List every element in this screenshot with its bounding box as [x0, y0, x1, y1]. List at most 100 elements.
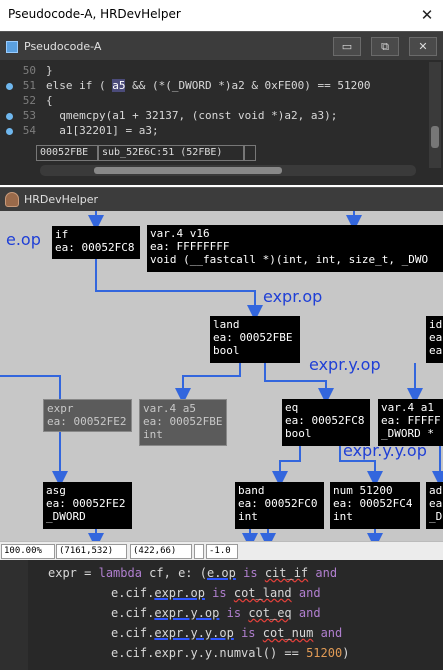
code-text: else if ( a5 && (*(_DWORD *)a2 & 0xFE00)…: [46, 79, 371, 92]
python-token: cot_eq: [248, 606, 292, 620]
python-gutter: [0, 560, 28, 670]
python-token: [219, 606, 226, 620]
python-token: and: [315, 566, 338, 580]
python-token: and: [320, 626, 343, 640]
maximize-pseudocode-button[interactable]: ▭: [333, 37, 361, 56]
line-number: 51: [22, 79, 36, 92]
python-line[interactable]: e.cif.expr.y.y.numval() == 51200): [111, 646, 349, 660]
breakpoint-icon[interactable]: [6, 83, 13, 90]
pseudocode-status-bar: 00052FBE sub_52E6C:51 (52FBE): [0, 143, 443, 163]
python-token: cit_if: [264, 566, 309, 580]
hrdevhelper-header: HRDevHelper: [0, 187, 443, 211]
breakpoint-icon[interactable]: [6, 113, 13, 120]
python-token: is: [241, 626, 256, 640]
python-token: [292, 606, 299, 620]
node-if[interactable]: if ea: 00052FC8: [52, 226, 140, 259]
python-line[interactable]: e.cif.expr.y.y.op is cot_num and: [111, 626, 342, 640]
python-token: expr.y.y.op: [154, 626, 234, 640]
python-line[interactable]: expr = lambda cf, e: (e.op is cit_if and: [48, 566, 337, 580]
annotation-expr-y-op: expr.y.op: [309, 355, 381, 374]
window-title: Pseudocode-A, HRDevHelper: [8, 7, 181, 21]
node-eq[interactable]: eq ea: 00052FC8 bool: [282, 399, 370, 446]
graph-position: (7161,532): [56, 544, 127, 559]
node-ad-partial[interactable]: ad ea _D: [426, 482, 443, 529]
python-token: ==: [284, 646, 299, 660]
python-token: lambda: [98, 566, 142, 580]
python-editor[interactable]: expr = lambda cf, e: (e.op is cit_if and…: [0, 560, 443, 670]
pseudocode-panel: Pseudocode-A ▭ ⧉ ✕ 50} 51 else if ( a5 && …: [0, 31, 443, 185]
node-var-v16[interactable]: var.4 v16 ea: FFFFFFFF void (__fastcall …: [147, 225, 443, 272]
code-text: a1[32201] = a3;: [46, 124, 159, 137]
python-line[interactable]: e.cif.expr.op is cot_land and: [111, 586, 321, 600]
python-token: [227, 586, 234, 600]
python-token: [292, 586, 299, 600]
pseudocode-horizontal-scrollbar[interactable]: [40, 165, 416, 176]
node-land[interactable]: land ea: 00052FBE bool: [210, 316, 300, 363]
graph-edge: [272, 446, 301, 487]
annotation-expr-op: expr.op: [263, 287, 323, 306]
code-text: }: [46, 64, 53, 77]
python-token: is: [212, 586, 227, 600]
scrollbar-thumb[interactable]: [94, 167, 282, 174]
node-var-a1[interactable]: var.4 a1 ea: FFFFF _DWORD *: [378, 399, 443, 446]
python-token: cot_num: [262, 626, 314, 640]
python-token: [313, 626, 320, 640]
ctree-graph-view[interactable]: if ea: 00052FC8 var.4 v16 ea: FFFFFFFF v…: [0, 211, 443, 541]
graph-status-extra: [194, 544, 204, 559]
python-token: expr: [48, 566, 77, 580]
python-token: and: [298, 606, 321, 620]
line-number: 54: [22, 124, 36, 137]
python-token: [256, 626, 263, 640]
node-num[interactable]: num 51200 ea: 00052FC4 int: [330, 482, 420, 529]
line-number: 52: [22, 94, 36, 107]
hrdevhelper-title: HRDevHelper: [24, 193, 99, 206]
annotation-expr-y-y-op: expr.y.y.op: [343, 441, 427, 460]
python-token: e.cif.: [111, 586, 155, 600]
status-location: sub_52E6C:51 (52FBE): [98, 145, 244, 161]
hrdevhelper-avatar-icon: [5, 192, 19, 207]
python-line[interactable]: e.cif.expr.y.op is cot_eq and: [111, 606, 321, 620]
status-address: 00052FBE: [36, 145, 98, 161]
annotation-e-op: e.op: [6, 230, 41, 249]
restore-pseudocode-button[interactable]: ⧉: [371, 37, 399, 56]
node-var-a5[interactable]: var.4 a5 ea: 00052FBE int: [139, 399, 227, 446]
code-text: qmemcpy(a1 + 32137, (const void *)a2, a3…: [46, 109, 338, 122]
python-token: e.op: [206, 566, 236, 580]
code-line[interactable]: 50}: [0, 64, 428, 79]
pseudocode-icon: [6, 41, 18, 53]
graph-edge: [175, 363, 241, 404]
python-token: ): [342, 646, 350, 660]
breakpoint-icon[interactable]: [6, 128, 13, 135]
graph-size: (422,66): [130, 544, 192, 559]
python-token: [299, 646, 306, 660]
close-window-icon[interactable]: ✕: [411, 0, 443, 31]
code-line[interactable]: 52 {: [0, 94, 428, 109]
code-line[interactable]: 51 else if ( a5 && (*(_DWORD *)a2 & 0xFE0…: [0, 79, 428, 94]
status-extra: [244, 145, 256, 161]
window-titlebar: Pseudocode-A, HRDevHelper ✕: [0, 0, 443, 31]
graph-status-bar: 100.00% (7161,532) (422,66) -1.0: [0, 541, 443, 560]
python-token: expr.y.op: [154, 606, 220, 620]
python-token: cot_land: [233, 586, 292, 600]
line-number: 53: [22, 109, 36, 122]
python-token: is: [243, 566, 258, 580]
python-token: e.cif.expr.y.y.numval(): [111, 646, 285, 660]
node-asg[interactable]: asg ea: 00052FE2 _DWORD: [43, 482, 132, 529]
python-token: expr.op: [154, 586, 205, 600]
node-band[interactable]: band ea: 00052FC0 int: [235, 482, 324, 529]
python-token: [234, 626, 241, 640]
code-line[interactable]: 54 a1[32201] = a3;: [0, 124, 428, 139]
line-number: 50: [22, 64, 36, 77]
python-token: and: [298, 586, 321, 600]
code-line[interactable]: 53 qmemcpy(a1 + 32137, (const void *)a2,…: [0, 109, 428, 124]
python-token: =: [76, 566, 99, 580]
code-text: {: [46, 94, 53, 107]
node-expr[interactable]: expr ea: 00052FE2: [43, 399, 132, 432]
python-token: [258, 566, 265, 580]
node-id-partial[interactable]: id ea ea: [426, 316, 443, 363]
close-pseudocode-button[interactable]: ✕: [409, 37, 437, 56]
pseudocode-title: Pseudocode-A: [24, 40, 102, 53]
pseudocode-header: Pseudocode-A ▭ ⧉ ✕: [0, 31, 443, 60]
python-token: e.cif.: [111, 626, 155, 640]
highlighted-token[interactable]: a5: [112, 79, 126, 92]
